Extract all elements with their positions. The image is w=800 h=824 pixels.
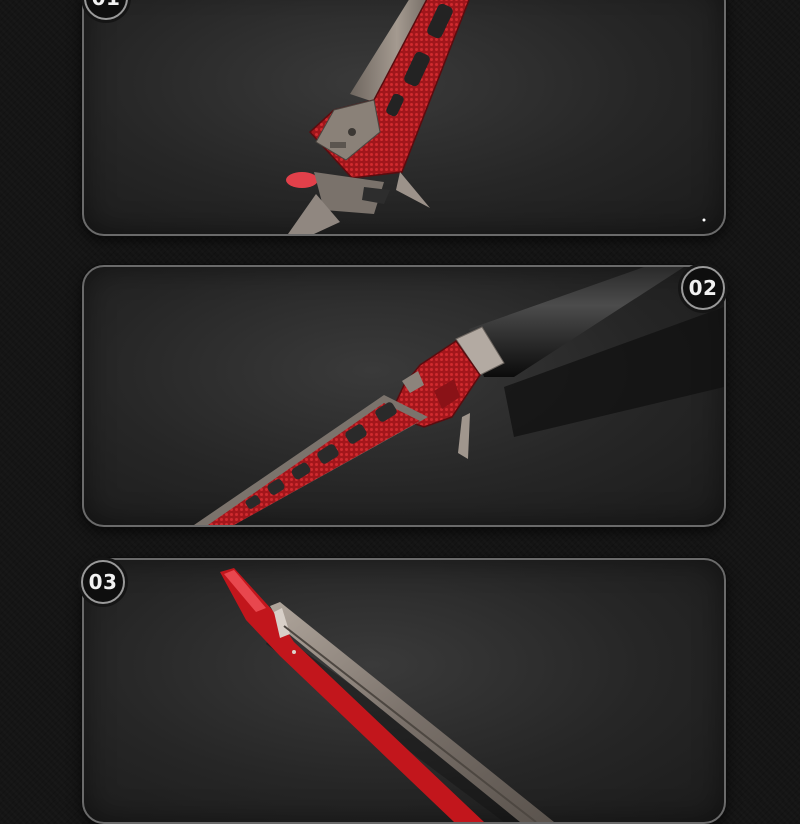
section-number-badge-02: 02 (681, 266, 725, 310)
sword-blade-tip-image (220, 568, 554, 822)
detail-panel-2 (82, 265, 726, 527)
detail-panel-1 (82, 0, 726, 236)
sword-guard-image (286, 0, 706, 234)
sword-handle-image (194, 267, 724, 525)
section-number-badge-03: 03 (81, 560, 125, 604)
detail-panel-3 (82, 558, 726, 824)
